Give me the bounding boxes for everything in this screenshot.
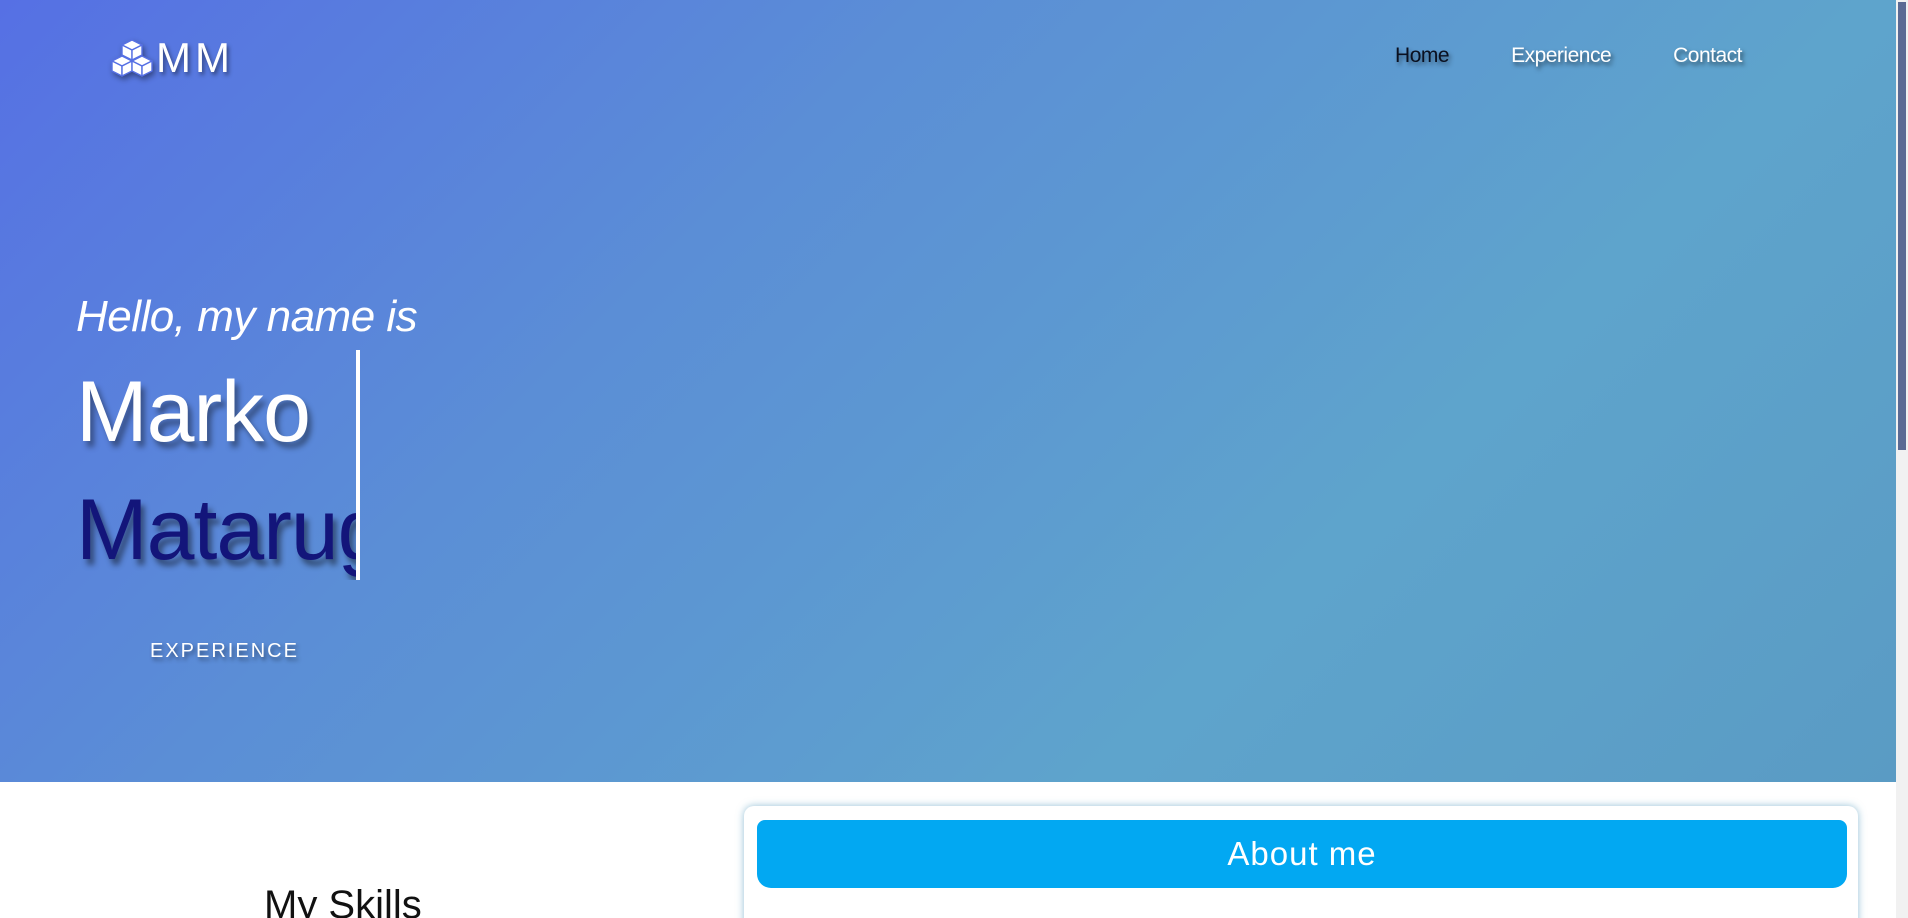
main-nav: Home Experience Contact [1395,44,1742,68]
about-card: About me [744,806,1858,918]
experience-button[interactable]: EXPERIENCE [150,640,299,663]
portfolio-page: MM Home Experience Contact Hello, my nam… [0,0,1908,918]
about-header: About me [757,820,1847,888]
skills-heading: My Skills [264,883,422,918]
nav-item-home[interactable]: Home [1395,44,1450,68]
cubes-icon [111,39,153,77]
hero-section: MM Home Experience Contact Hello, my nam… [0,0,1896,782]
nav-item-experience[interactable]: Experience [1511,44,1612,68]
nav-item-contact[interactable]: Contact [1673,44,1742,68]
hero-greeting: Hello, my name is [76,292,418,341]
scrollbar-thumb[interactable] [1898,2,1906,450]
typing-cursor [356,350,360,580]
hero-first-name: Marko [76,364,311,460]
hero-last-name: Matarug [76,482,358,578]
page-scrollbar[interactable] [1896,0,1908,918]
brand-text: MM [156,34,234,81]
brand-logo[interactable]: MM [110,34,234,82]
